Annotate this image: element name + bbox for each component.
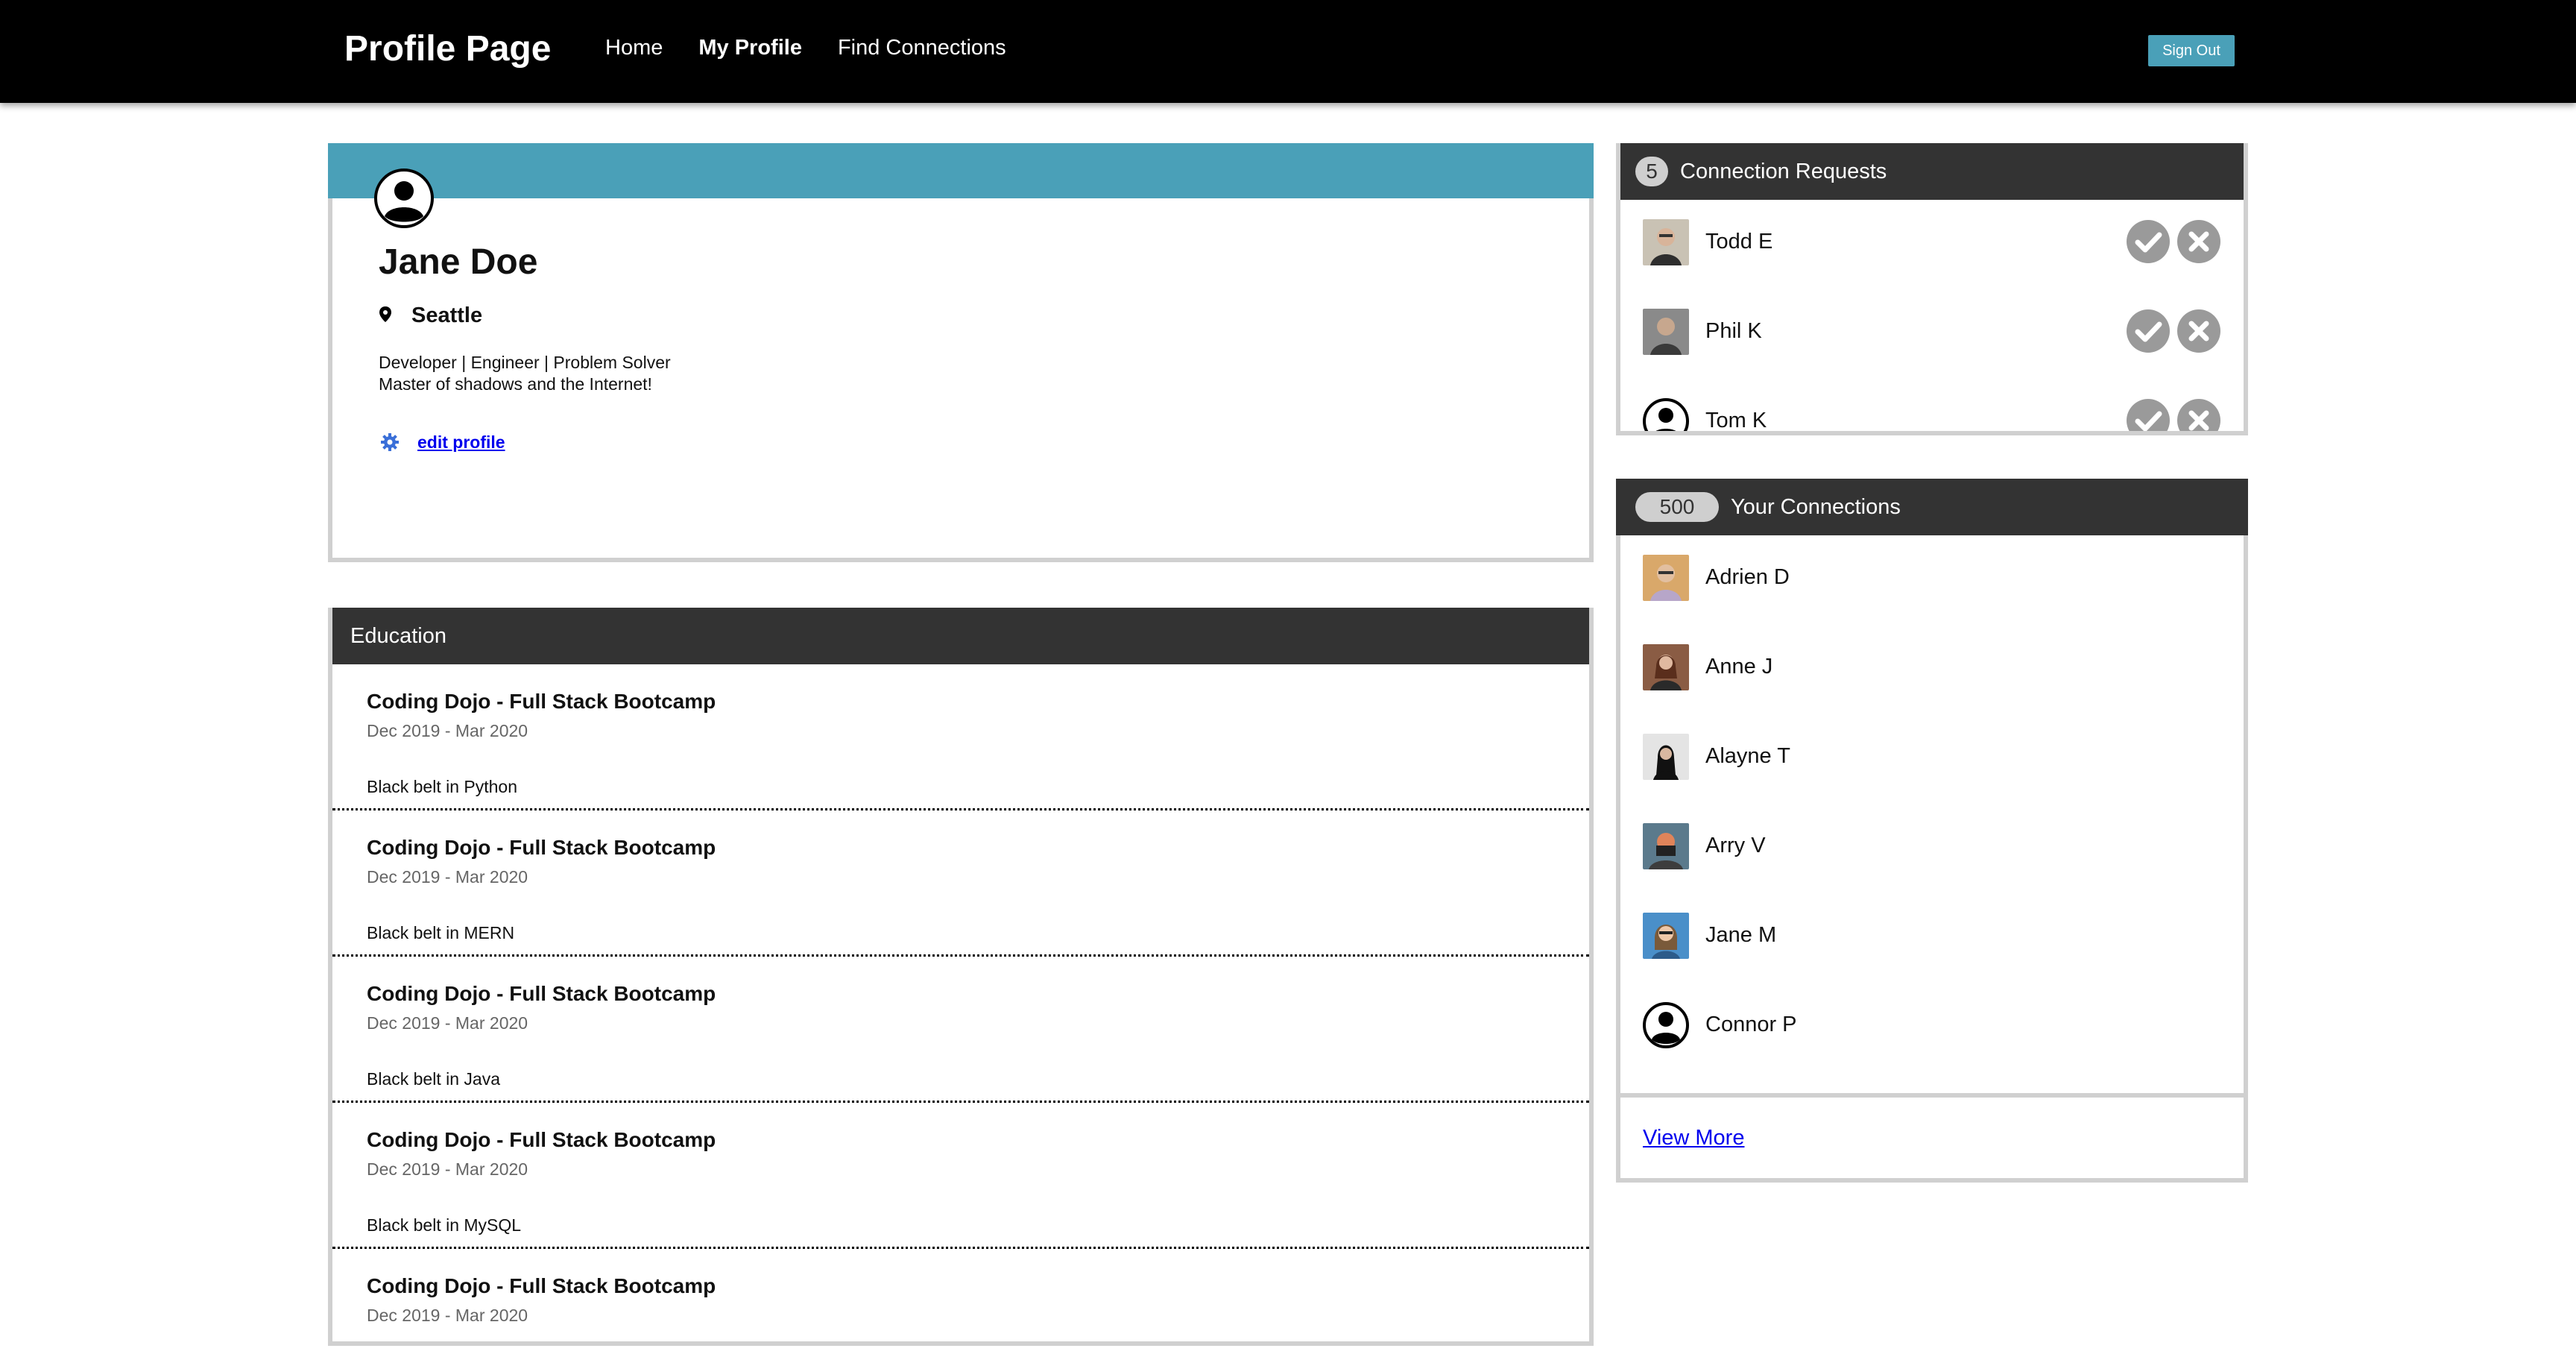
person-photo bbox=[1643, 555, 1689, 601]
person-photo bbox=[1643, 823, 1689, 869]
request-actions bbox=[2126, 398, 2221, 435]
connections-header: 500 Your Connections bbox=[1616, 479, 2248, 535]
request-name[interactable]: Tom K bbox=[1705, 409, 1767, 431]
request-row: Todd E bbox=[1620, 219, 2244, 309]
connections-count-badge: 500 bbox=[1635, 492, 1719, 522]
education-school: Coding Dojo - Full Stack Bootcamp bbox=[367, 1274, 716, 1297]
education-school: Coding Dojo - Full Stack Bootcamp bbox=[367, 690, 716, 713]
connections-title: Your Connections bbox=[1731, 494, 1901, 519]
accept-check-icon[interactable] bbox=[2126, 398, 2171, 435]
decline-x-icon[interactable] bbox=[2176, 309, 2221, 353]
gear-icon[interactable] bbox=[380, 432, 400, 452]
request-row: Phil K bbox=[1620, 309, 2244, 398]
requests-count-badge: 5 bbox=[1635, 157, 1668, 186]
education-item: Coding Dojo - Full Stack Bootcamp Dec 20… bbox=[332, 1249, 1589, 1341]
requests-title: Connection Requests bbox=[1680, 159, 1887, 183]
connection-row[interactable]: Arry V bbox=[1620, 823, 2248, 913]
connection-name[interactable]: Connor P bbox=[1705, 1013, 1797, 1037]
education-dates: Dec 2019 - Mar 2020 bbox=[367, 721, 528, 740]
connection-row[interactable]: Adrien D bbox=[1620, 555, 2248, 644]
connection-row[interactable]: Jane M bbox=[1620, 913, 2248, 1002]
decline-x-icon[interactable] bbox=[2176, 398, 2221, 435]
education-item: Coding Dojo - Full Stack Bootcamp Dec 20… bbox=[332, 664, 1589, 810]
connection-name[interactable]: Adrien D bbox=[1705, 565, 1790, 590]
brand-title: Profile Page bbox=[344, 29, 552, 69]
connection-requests-panel: 5 Connection Requests Todd E Phil K Tom … bbox=[1616, 143, 2248, 435]
education-description: Black belt in Python bbox=[367, 777, 518, 796]
request-name[interactable]: Todd E bbox=[1705, 230, 1772, 254]
education-panel: Education Coding Dojo - Full Stack Bootc… bbox=[328, 608, 1594, 1346]
request-actions bbox=[2126, 219, 2221, 264]
person-photo bbox=[1643, 644, 1689, 690]
education-school: Coding Dojo - Full Stack Bootcamp bbox=[367, 982, 716, 1005]
education-dates: Dec 2019 - Mar 2020 bbox=[367, 1159, 528, 1179]
location-text: Seattle bbox=[411, 303, 483, 327]
connection-name[interactable]: Arry V bbox=[1705, 834, 1766, 858]
education-item: Coding Dojo - Full Stack Bootcamp Dec 20… bbox=[332, 957, 1589, 1103]
top-navbar: Profile Page Home My Profile Find Connec… bbox=[0, 0, 2576, 103]
connection-name[interactable]: Anne J bbox=[1705, 655, 1772, 679]
education-school: Coding Dojo - Full Stack Bootcamp bbox=[367, 1128, 716, 1151]
connection-row[interactable]: Anne J bbox=[1620, 644, 2248, 734]
connections-list: Adrien D Anne J Alayne T Arry V Jane M C… bbox=[1616, 535, 2248, 1098]
accept-check-icon[interactable] bbox=[2126, 219, 2171, 264]
connection-requests-header: 5 Connection Requests bbox=[1620, 143, 2244, 200]
view-more-link[interactable]: View More bbox=[1643, 1126, 1744, 1150]
education-dates: Dec 2019 - Mar 2020 bbox=[367, 1013, 528, 1033]
connection-row[interactable]: Connor P bbox=[1620, 1002, 2248, 1092]
connection-name[interactable]: Alayne T bbox=[1705, 744, 1790, 769]
person-photo bbox=[1643, 309, 1689, 355]
edit-profile-link[interactable]: edit profile bbox=[417, 432, 505, 453]
sign-out-button[interactable]: Sign Out bbox=[2148, 35, 2235, 66]
requests-list[interactable]: Todd E Phil K Tom K bbox=[1620, 200, 2244, 435]
map-pin-icon bbox=[379, 306, 391, 322]
default-avatar-icon bbox=[1643, 1002, 1689, 1048]
education-item: Coding Dojo - Full Stack Bootcamp Dec 20… bbox=[332, 810, 1589, 957]
user-avatar-icon bbox=[374, 169, 434, 228]
accept-check-icon[interactable] bbox=[2126, 309, 2171, 353]
request-actions bbox=[2126, 309, 2221, 353]
bio-line: Developer | Engineer | Problem Solver bbox=[379, 353, 671, 372]
connection-name[interactable]: Jane M bbox=[1705, 923, 1776, 948]
profile-bio: Developer | Engineer | Problem Solver Ma… bbox=[379, 352, 671, 395]
person-photo bbox=[1643, 734, 1689, 780]
person-photo bbox=[1643, 913, 1689, 959]
education-school: Coding Dojo - Full Stack Bootcamp bbox=[367, 836, 716, 859]
default-avatar-icon bbox=[1643, 398, 1689, 431]
nav-find-connections[interactable]: Find Connections bbox=[838, 36, 1006, 60]
education-description: Black belt in MERN bbox=[367, 923, 515, 942]
person-photo bbox=[1643, 219, 1689, 265]
profile-name: Jane Doe bbox=[379, 242, 538, 282]
education-item: Coding Dojo - Full Stack Bootcamp Dec 20… bbox=[332, 1103, 1589, 1249]
decline-x-icon[interactable] bbox=[2176, 219, 2221, 264]
profile-card: Jane Doe Seattle Developer | Engineer | … bbox=[328, 143, 1594, 562]
nav-links: Home My Profile Find Connections bbox=[605, 36, 1006, 60]
nav-home[interactable]: Home bbox=[605, 36, 663, 60]
nav-my-profile[interactable]: My Profile bbox=[698, 36, 802, 60]
education-description: Black belt in Java bbox=[367, 1069, 500, 1089]
education-dates: Dec 2019 - Mar 2020 bbox=[367, 1306, 528, 1325]
connections-panel: 500 Your Connections Adrien D Anne J Ala… bbox=[1616, 479, 2248, 1183]
request-name[interactable]: Phil K bbox=[1705, 319, 1762, 344]
education-description: Black belt in MySQL bbox=[367, 1215, 522, 1235]
request-row: Tom K bbox=[1620, 398, 2244, 435]
connection-row[interactable]: Alayne T bbox=[1620, 734, 2248, 823]
education-header: Education bbox=[332, 608, 1589, 664]
bio-line: Master of shadows and the Internet! bbox=[379, 374, 652, 394]
education-dates: Dec 2019 - Mar 2020 bbox=[367, 867, 528, 887]
profile-location: Seattle bbox=[379, 303, 482, 328]
profile-banner bbox=[328, 143, 1594, 198]
